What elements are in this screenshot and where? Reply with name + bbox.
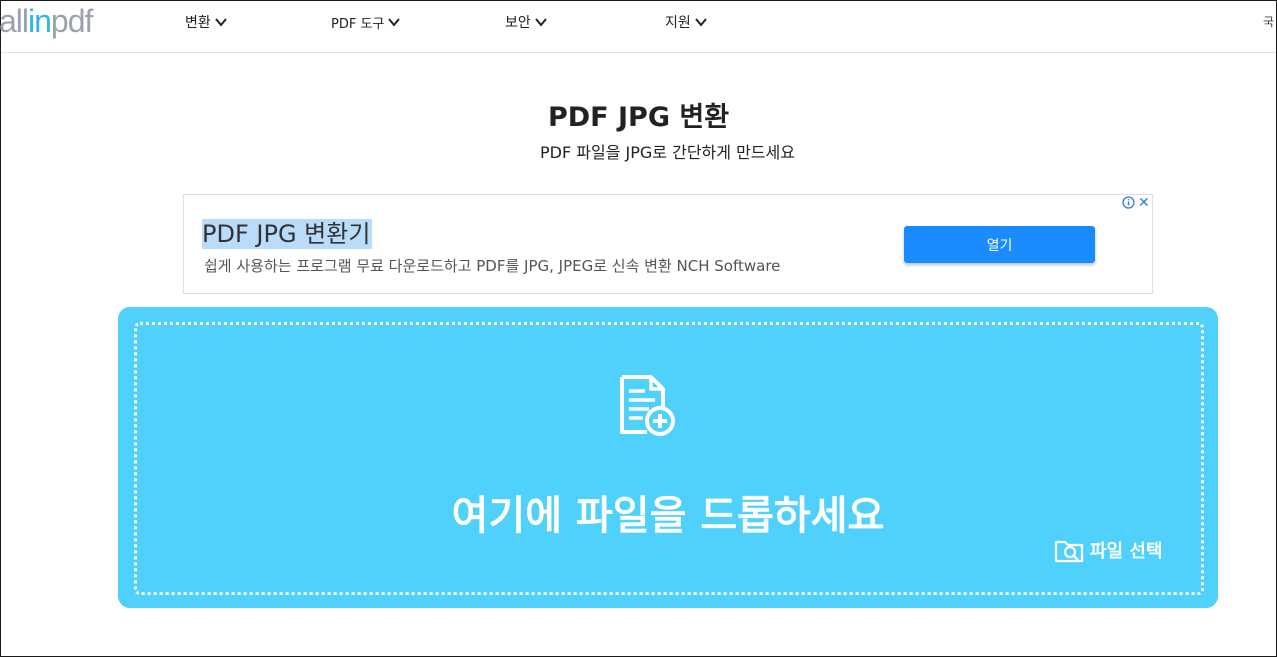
nav-label: PDF 도구 <box>331 16 385 32</box>
chevron-down-icon <box>388 18 401 27</box>
choose-file-button[interactable]: 파일 선택 <box>1054 536 1163 564</box>
ad-description[interactable]: 쉽게 사용하는 프로그램 무료 다운로드하고 PDF를 JPG, JPEG로 신… <box>204 255 780 276</box>
ad-banner[interactable]: PDF JPG 변환기 쉽게 사용하는 프로그램 무료 다운로드하고 PDF를 … <box>183 194 1153 294</box>
ad-title[interactable]: PDF JPG 변환기 <box>202 219 373 249</box>
file-dropzone[interactable]: 여기에 파일을 드롭하세요 파일 선택 <box>118 307 1218 608</box>
info-icon[interactable] <box>1122 196 1135 209</box>
page-title: PDF JPG 변환 <box>547 102 730 133</box>
ad-open-button[interactable]: 열기 <box>904 226 1095 263</box>
choose-file-label: 파일 선택 <box>1090 541 1163 562</box>
nav-label: 지원 <box>665 15 691 31</box>
dropzone-border <box>134 322 1204 595</box>
allinpdf-logo[interactable]: allinpdf <box>0 1 93 41</box>
nav-label: 보안 <box>505 15 531 31</box>
page-subtitle: PDF 파일을 JPG로 간단하게 만드세요 <box>540 143 795 162</box>
chevron-down-icon <box>694 18 707 27</box>
nav-support[interactable]: 지원 <box>665 12 708 32</box>
folder-search-icon <box>1054 540 1084 563</box>
chevron-down-icon <box>534 18 547 27</box>
site-header: allinpdf 변환 PDF 도구 보안 지원 국 <box>0 1 1276 53</box>
chevron-down-icon <box>214 18 227 27</box>
nav-convert[interactable]: 변환 <box>185 12 228 32</box>
nav-pdf-tools[interactable]: PDF 도구 <box>331 12 401 32</box>
nav-security[interactable]: 보안 <box>505 12 548 32</box>
language-selector[interactable]: 국 <box>1263 13 1274 30</box>
close-icon[interactable]: ✕ <box>1138 195 1150 211</box>
nav-label: 변환 <box>185 15 211 31</box>
drop-instruction: 여기에 파일을 드롭하세요 <box>451 493 885 539</box>
file-add-icon <box>620 375 675 436</box>
